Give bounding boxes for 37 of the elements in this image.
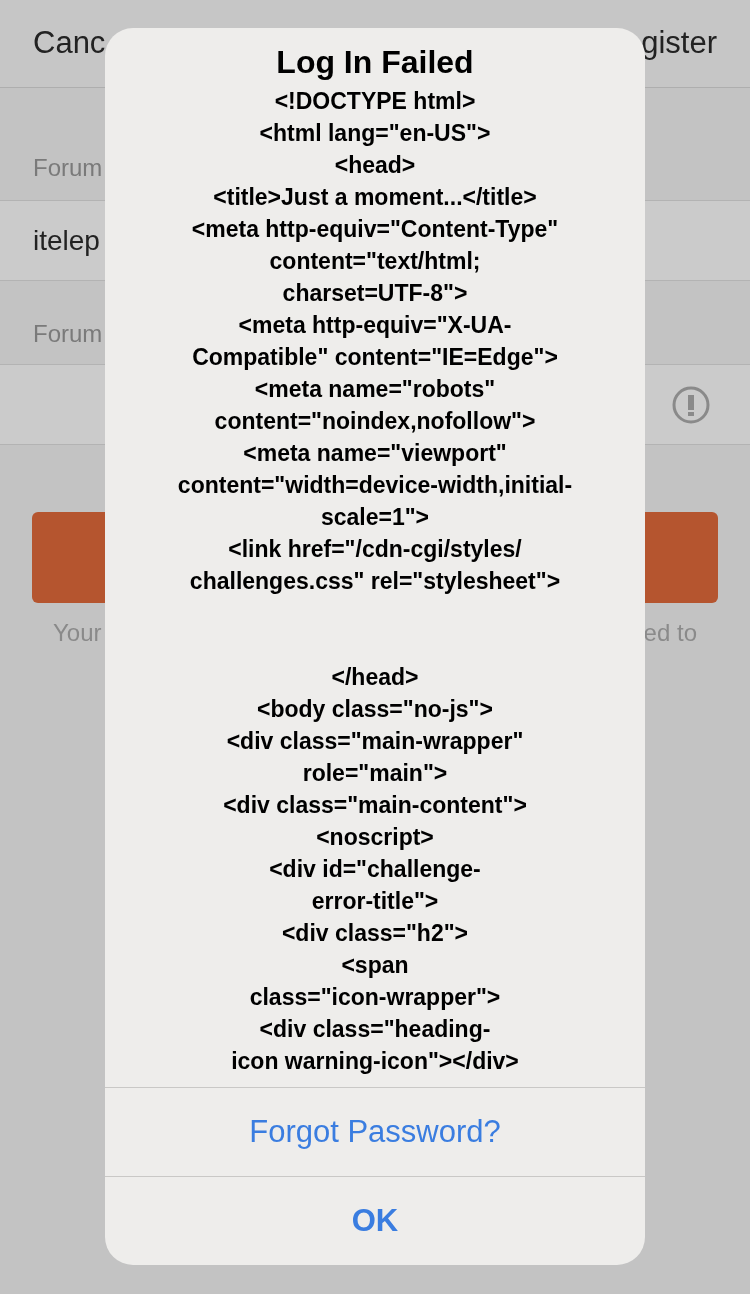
message-line: </head> xyxy=(331,662,419,692)
message-line: Compatible" content="IE=Edge"> xyxy=(192,342,558,372)
message-line: <div class="main-content"> xyxy=(223,790,527,820)
message-line: <html lang="en-US"> xyxy=(259,118,491,148)
message-line: <noscript> xyxy=(316,822,434,852)
message-line: content="width=device-width,initial- xyxy=(177,470,573,500)
message-line: class="icon-wrapper"> xyxy=(249,982,501,1012)
message-line: <div class="heading- xyxy=(259,1014,491,1044)
message-line: <div class="main-wrapper" xyxy=(226,726,524,756)
message-line: <body class="no-js"> xyxy=(257,694,493,724)
alert-title: Log In Failed xyxy=(275,43,475,82)
cancel-link[interactable]: Canc xyxy=(33,20,106,67)
message-line: scale=1"> xyxy=(320,502,430,532)
message-line: role="main"> xyxy=(302,758,448,788)
message-line: challenges.css" rel="stylesheet"> xyxy=(189,566,561,596)
section-label: Forum xyxy=(33,153,103,183)
message-line: <meta name="viewport" xyxy=(243,438,507,468)
message-line: <link href="/cdn-cgi/styles/ xyxy=(228,534,522,564)
message-line: <!DOCTYPE html> xyxy=(274,86,476,116)
message-line: <meta name="robots" xyxy=(254,374,496,404)
register-link[interactable]: gister xyxy=(641,20,717,67)
message-line: <div id="challenge- xyxy=(269,854,481,884)
section-label: Forum xyxy=(33,319,103,349)
message-line: <head> xyxy=(334,150,416,180)
message-line: content="text/html; xyxy=(269,246,481,276)
message-line: content="noindex,nofollow"> xyxy=(214,406,536,436)
message-line: icon warning-icon"></div> xyxy=(231,1046,519,1076)
note-text: Your xyxy=(53,618,102,648)
message-line: <span xyxy=(341,950,409,980)
message-line: <title>Just a moment...</title> xyxy=(213,182,537,212)
note-text: ed to xyxy=(643,618,697,648)
message-line: <meta http-equiv="X-UA- xyxy=(238,310,512,340)
message-line: charset=UTF-8"> xyxy=(282,278,468,308)
info-icon[interactable] xyxy=(671,384,711,425)
message-line: <meta http-equiv="Content-Type" xyxy=(191,214,559,244)
message-line: error-title"> xyxy=(311,886,439,916)
message-line: <div class="h2"> xyxy=(281,918,469,948)
